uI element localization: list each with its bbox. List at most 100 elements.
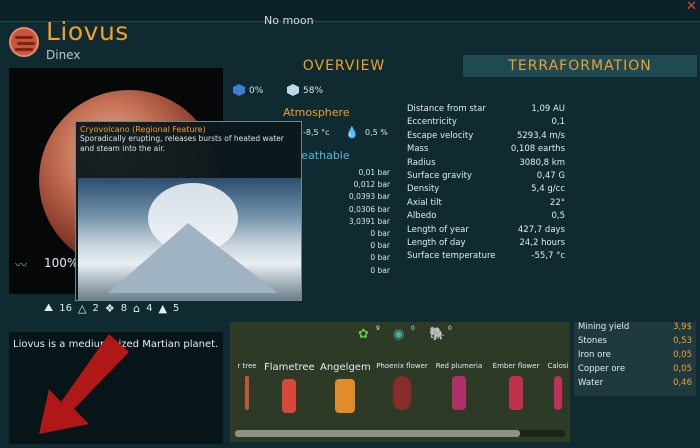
cryovolcano-image [78, 178, 301, 300]
water-value: 0,5 % [365, 128, 388, 137]
count-4: 4 [146, 302, 153, 314]
resource-value: 0,53 [673, 336, 692, 346]
gas-value: 0,01 bar [358, 168, 390, 177]
gas-list: 0,01 bar 0,012 bar 0,0393 bar 0,0306 bar… [325, 168, 390, 278]
plant-sprite [509, 376, 523, 410]
plants-list: r tree Flametree Angelgem Phoenix flower… [230, 362, 570, 427]
tab-overview[interactable]: OVERVIEW [230, 55, 458, 77]
close-button[interactable]: ✕ [683, 0, 700, 14]
resource-label: Iron ore [578, 350, 611, 360]
plant-sprite [393, 376, 411, 410]
scroll-thumb[interactable] [235, 430, 520, 437]
resource-label: Mining yield [578, 322, 630, 332]
gas-value: 0 bar [370, 253, 390, 263]
close-icon: ✕ [686, 0, 697, 14]
stat-label: Mass [407, 144, 429, 155]
stat-row: Albedo 0,5 [407, 211, 565, 224]
resource-row: Mining yield 3,9$ [574, 322, 696, 336]
description-box: Liovus is a medium-sized Martian planet. [9, 332, 223, 444]
plant-sprite [554, 376, 562, 410]
stat-value: 1,09 AU [531, 104, 565, 114]
stat-value: 0,5 [551, 211, 565, 222]
plants-scrollbar[interactable] [235, 430, 565, 437]
resource-value: 3,9$ [673, 322, 692, 332]
peak-icon: △ [77, 301, 87, 315]
gas-value: 0,0306 bar [348, 204, 390, 214]
temperature-value: -8,5 °c [303, 128, 330, 137]
plant-item[interactable]: r tree [232, 362, 262, 422]
plant-item[interactable]: Angelgem [320, 362, 371, 422]
plant-item[interactable]: Red plumeria [433, 362, 485, 422]
stat-value: 0,108 earths [510, 144, 565, 155]
stat-value: 0,1 [551, 117, 565, 128]
tooltip-description: Sporadically erupting, releases bursts o… [80, 134, 284, 153]
tooltip-title: Cryovolcano (Regional Feature) [80, 125, 206, 134]
stat-value: 427,7 days [517, 224, 565, 235]
microbe-icon[interactable]: ◉ [393, 327, 404, 342]
animal-icon[interactable]: 🐘 [429, 327, 445, 342]
resource-row: Water 0,46 [574, 378, 696, 392]
stat-label: Radius [407, 157, 436, 168]
gas-value: 3,0391 bar [348, 216, 390, 226]
resource-row: Stones 0,53 [574, 336, 696, 350]
stat-label: Length of year [407, 224, 469, 235]
plant-sprite [282, 379, 296, 413]
gas-value: 0 bar [370, 241, 390, 251]
plant-name: Angelgem [320, 362, 371, 373]
plant-item[interactable]: Ember flower [490, 362, 542, 422]
orbit-stats: Distance from star 1,09 AU Eccentricity 0,… [407, 104, 565, 265]
plant-item[interactable]: Calosi [546, 362, 570, 422]
volcano-icon: ⌂ [133, 301, 141, 315]
stat-row: Density 5,4 g/cc [407, 184, 565, 197]
cryovolcano-icon: ▲ [158, 301, 167, 315]
microbes-count: 0 [411, 325, 415, 332]
plant-name: Ember flower [492, 362, 540, 370]
resource-row: Copper ore 0,05 [574, 364, 696, 378]
planet-logo-icon [9, 27, 39, 57]
stat-row: Mass 0,108 earths [407, 144, 565, 157]
stat-row: Radius 3080,8 km [407, 158, 565, 171]
resource-label: Water [578, 378, 604, 388]
gas-value: 0,0393 bar [348, 192, 390, 202]
breathable-label: reathable [297, 149, 350, 162]
gas-value: 0 bar [370, 265, 390, 275]
resource-value: 0,05 [673, 364, 692, 374]
stat-row: Length of year 427,7 days [407, 225, 565, 238]
stat-row: Axial tilt 22° [407, 198, 565, 211]
integrity-icon: 〰 [15, 258, 28, 272]
count-3: 8 [120, 302, 128, 314]
stat-label: Escape velocity [407, 130, 474, 141]
moon-label: No moon [264, 14, 314, 27]
stat-label: Length of day [407, 237, 466, 248]
stat-row: Surface gravity 0,47 G [407, 171, 565, 184]
stat-label: Axial tilt [407, 197, 442, 208]
stat-label: Eccentricity [407, 117, 457, 128]
top-stat-1: 0% [249, 86, 264, 96]
stat-label: Surface gravity [407, 170, 472, 181]
plant-name: Calosi [547, 362, 569, 370]
animals-count: 0 [448, 325, 452, 332]
plant-sprite [335, 379, 355, 413]
feature-tooltip: Cryovolcano (Regional Feature) Sporadica… [75, 121, 302, 301]
integrity-value: 100% [44, 256, 79, 270]
plants-count: 9 [376, 325, 380, 332]
water-drop-icon: 💧 [345, 126, 359, 139]
plant-name: Phoenix flower [376, 362, 428, 370]
feature-counts: ⛰ 16 △ 2 ❖ 8 ⌂ 4 ▲ 5 [44, 300, 179, 316]
resource-value: 0,05 [673, 350, 692, 360]
plant-icon[interactable]: ✿ [358, 327, 369, 342]
stat-value: 3080,8 km [519, 157, 565, 168]
resource-value: 0,46 [673, 378, 692, 388]
count-1: 16 [59, 302, 72, 314]
resource-label: Stones [578, 336, 607, 346]
arrow-icon [39, 334, 129, 434]
life-summary: ✿ 9 ◉ 0 🐘 0 [230, 322, 570, 352]
plant-item[interactable]: Flametree [264, 362, 315, 422]
stat-row: Eccentricity 0,1 [407, 117, 565, 130]
plant-item[interactable]: Phoenix flower [375, 362, 429, 422]
resource-label: Copper ore [578, 364, 626, 374]
gas-value: 0 bar [370, 228, 390, 238]
tab-terraformation[interactable]: TERRAFORMATION [463, 55, 697, 77]
stat-value: 5293,4 m/s [516, 130, 565, 141]
plant-name: Flametree [264, 362, 315, 373]
